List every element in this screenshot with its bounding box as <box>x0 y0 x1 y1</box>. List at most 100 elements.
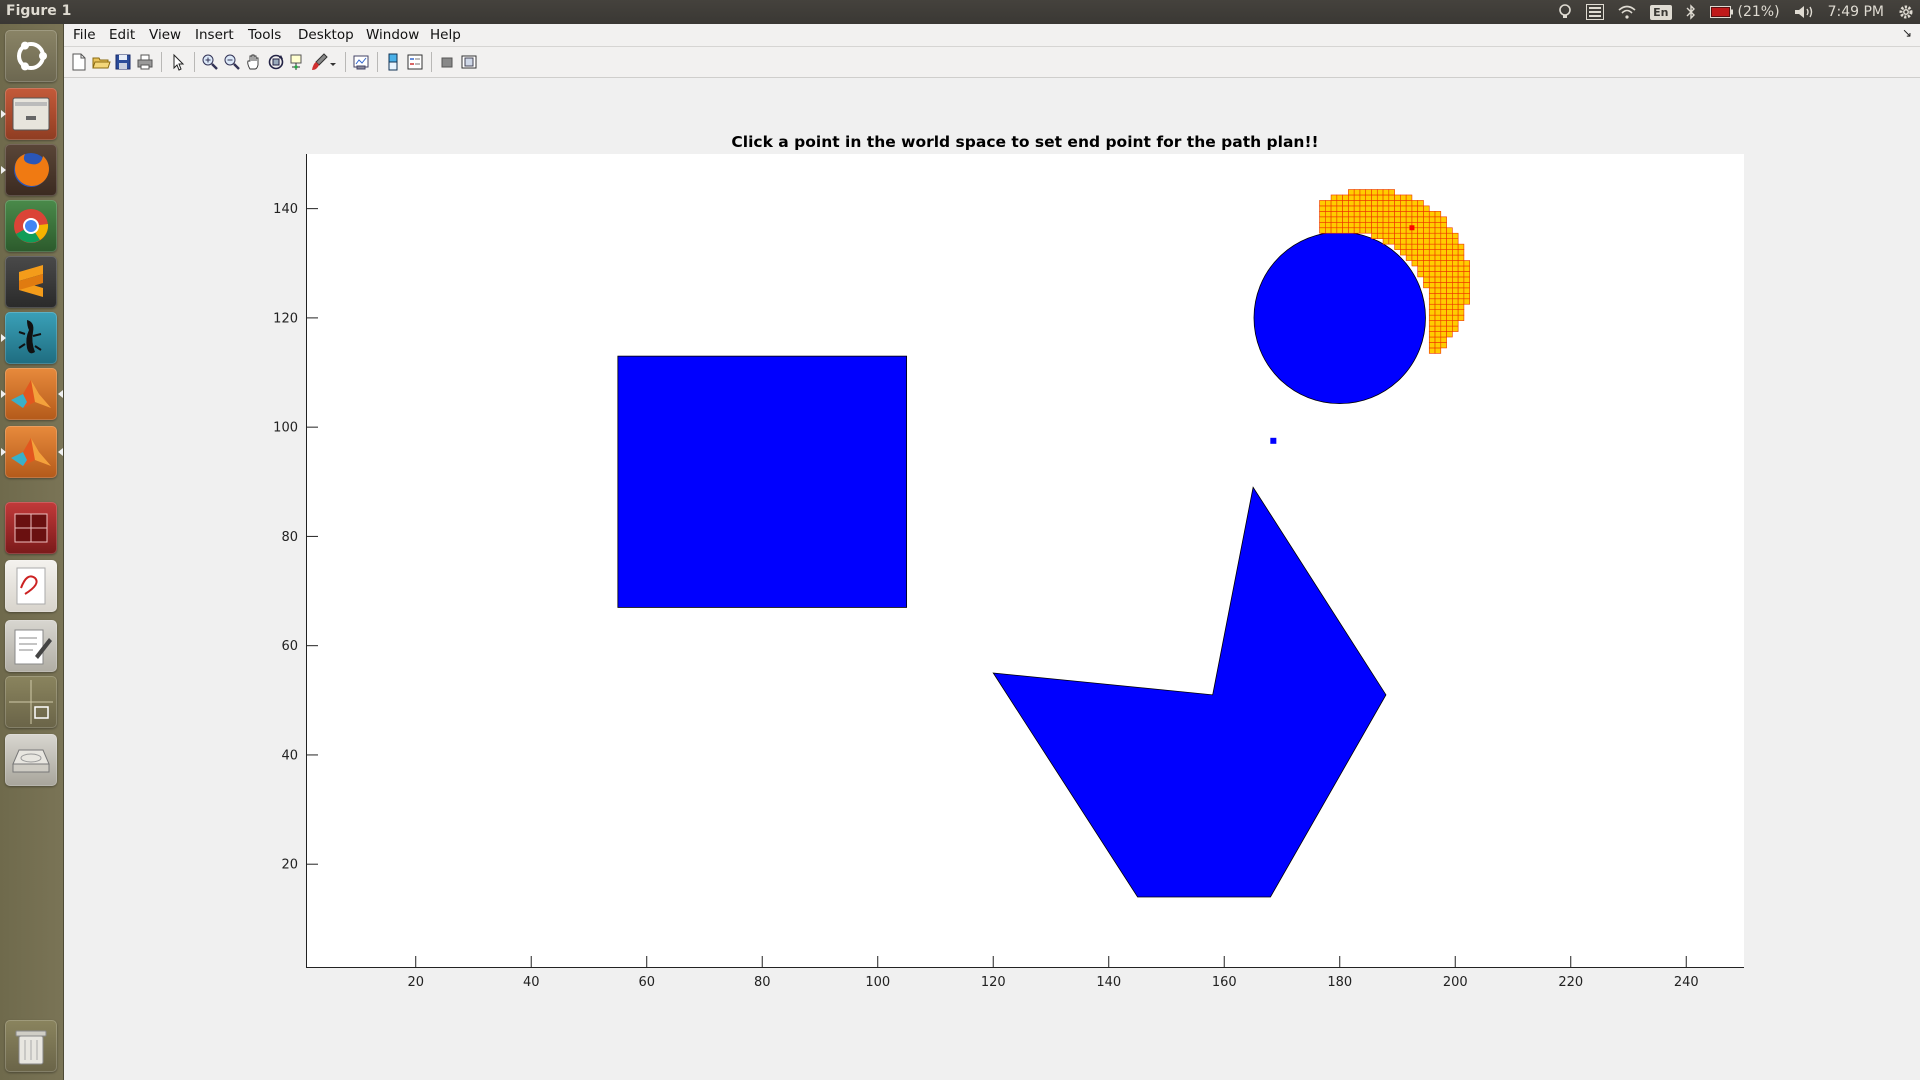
plot-canvas[interactable]: 20 40 60 80 100 120 140 160 180 200 220 240 20 40 60 80… <box>273 154 1744 990</box>
explored-cell <box>1434 260 1442 267</box>
workspace-switcher-launcher[interactable] <box>5 676 57 728</box>
bluetooth-icon[interactable] <box>1686 0 1696 24</box>
print-icon[interactable] <box>135 52 155 72</box>
undock-arrow-icon[interactable]: ↘ <box>1902 26 1912 40</box>
explored-cell <box>1365 211 1372 218</box>
explored-cell <box>1319 211 1326 218</box>
explored-cell <box>1452 282 1459 289</box>
explored-cell <box>1348 189 1355 196</box>
active-indicator <box>58 390 63 398</box>
explored-cell <box>1405 216 1413 223</box>
explored-cell <box>1417 216 1424 223</box>
explored-cell <box>1457 271 1465 278</box>
explored-cell <box>1417 271 1424 278</box>
explored-cell <box>1388 232 1395 239</box>
explored-cell <box>1342 194 1349 201</box>
trash-launcher[interactable] <box>5 1020 57 1072</box>
show-plot-tools-icon[interactable] <box>459 52 479 72</box>
plot-axes[interactable]: 20 40 60 80 100 120 140 160 180 200 220 240 20 40 60 80… <box>273 154 1744 990</box>
explored-cell <box>1382 232 1390 239</box>
data-cursor-icon[interactable] <box>288 52 308 72</box>
explored-cell <box>1417 211 1424 218</box>
explored-cell <box>1411 260 1419 267</box>
explored-cell <box>1440 331 1447 338</box>
menu-window[interactable]: Window <box>366 27 419 43</box>
menu-edit[interactable]: Edit <box>109 27 135 43</box>
clock[interactable]: 7:49 PM <box>1828 0 1884 24</box>
keyboard-language-indicator[interactable]: En <box>1650 0 1672 24</box>
brush-icon[interactable] <box>310 52 330 72</box>
explored-cell <box>1400 238 1407 245</box>
explored-cell <box>1325 216 1332 223</box>
wifi-icon[interactable] <box>1618 0 1636 24</box>
menu-view[interactable]: View <box>149 27 181 43</box>
disk-launcher[interactable] <box>5 734 57 786</box>
zoom-in-icon[interactable] <box>200 52 220 72</box>
explored-cell <box>1440 254 1447 261</box>
firefox-launcher[interactable] <box>1 144 57 196</box>
explored-cell <box>1457 287 1465 294</box>
matlab-icon <box>11 380 51 408</box>
explored-cell <box>1457 249 1465 256</box>
text-editor-launcher[interactable] <box>5 620 57 672</box>
explored-cell <box>1463 287 1470 294</box>
link-plot-icon[interactable] <box>351 52 371 72</box>
lightbulb-icon[interactable] <box>1558 0 1572 24</box>
menu-tools[interactable]: Tools <box>248 27 281 43</box>
files-launcher[interactable] <box>1 88 57 140</box>
explored-cell <box>1434 347 1442 354</box>
explored-cell <box>1434 331 1442 338</box>
explored-cell <box>1440 232 1447 239</box>
explored-cell <box>1417 238 1424 245</box>
brush-dropdown-icon[interactable] <box>328 52 338 72</box>
insert-colorbar-icon[interactable] <box>383 52 403 72</box>
explored-cell <box>1463 282 1470 289</box>
pdf-viewer-launcher[interactable] <box>5 560 57 612</box>
chrome-icon <box>14 209 49 243</box>
pan-hand-icon[interactable] <box>244 52 264 72</box>
hide-plot-tools-icon[interactable] <box>437 52 457 72</box>
red-app-launcher[interactable] <box>5 502 57 554</box>
menu-desktop[interactable]: Desktop <box>298 27 354 43</box>
explored-cell <box>1417 205 1424 212</box>
volume-icon[interactable] <box>1794 0 1814 24</box>
explored-cell <box>1463 276 1470 283</box>
explored-cell <box>1446 303 1453 310</box>
explored-cell <box>1423 238 1430 245</box>
explored-cell <box>1376 211 1384 218</box>
explored-cell <box>1417 243 1424 250</box>
ubuntu-dash-button[interactable] <box>5 30 57 82</box>
matlab-launcher[interactable] <box>1 368 63 420</box>
new-figure-icon[interactable] <box>69 52 89 72</box>
insert-legend-icon[interactable] <box>405 52 425 72</box>
explored-cell <box>1452 293 1459 300</box>
explored-cell <box>1417 260 1424 267</box>
explored-cell <box>1440 320 1447 327</box>
gear-icon[interactable] <box>1898 0 1914 24</box>
keyboard-list-icon[interactable] <box>1586 0 1605 24</box>
rotate-3d-icon[interactable] <box>266 52 286 72</box>
battery-indicator[interactable]: (21%) <box>1709 0 1780 24</box>
edit-plot-arrow-icon[interactable] <box>168 52 188 72</box>
explored-cell <box>1382 189 1390 196</box>
explored-cell <box>1400 205 1407 212</box>
explored-cell <box>1417 200 1424 207</box>
explored-cell <box>1434 249 1442 256</box>
menu-help[interactable]: Help <box>430 27 461 43</box>
explored-cell <box>1440 293 1447 300</box>
explored-cell <box>1423 205 1430 212</box>
zoom-out-icon[interactable] <box>222 52 242 72</box>
y-tick-label: 60 <box>281 639 298 654</box>
explored-cell <box>1428 254 1436 261</box>
chrome-launcher[interactable] <box>5 200 57 252</box>
sublime-text-launcher[interactable] <box>5 256 57 308</box>
explored-cell <box>1440 238 1447 245</box>
explored-cell <box>1440 287 1447 294</box>
menu-file[interactable]: File <box>73 27 96 43</box>
matlab-launcher-2[interactable] <box>1 426 63 478</box>
save-icon[interactable] <box>113 52 133 72</box>
gecko-terminal-launcher[interactable] <box>1 312 57 364</box>
current-point-marker <box>1409 225 1415 231</box>
open-file-icon[interactable] <box>91 52 111 72</box>
menu-insert[interactable]: Insert <box>195 27 234 43</box>
